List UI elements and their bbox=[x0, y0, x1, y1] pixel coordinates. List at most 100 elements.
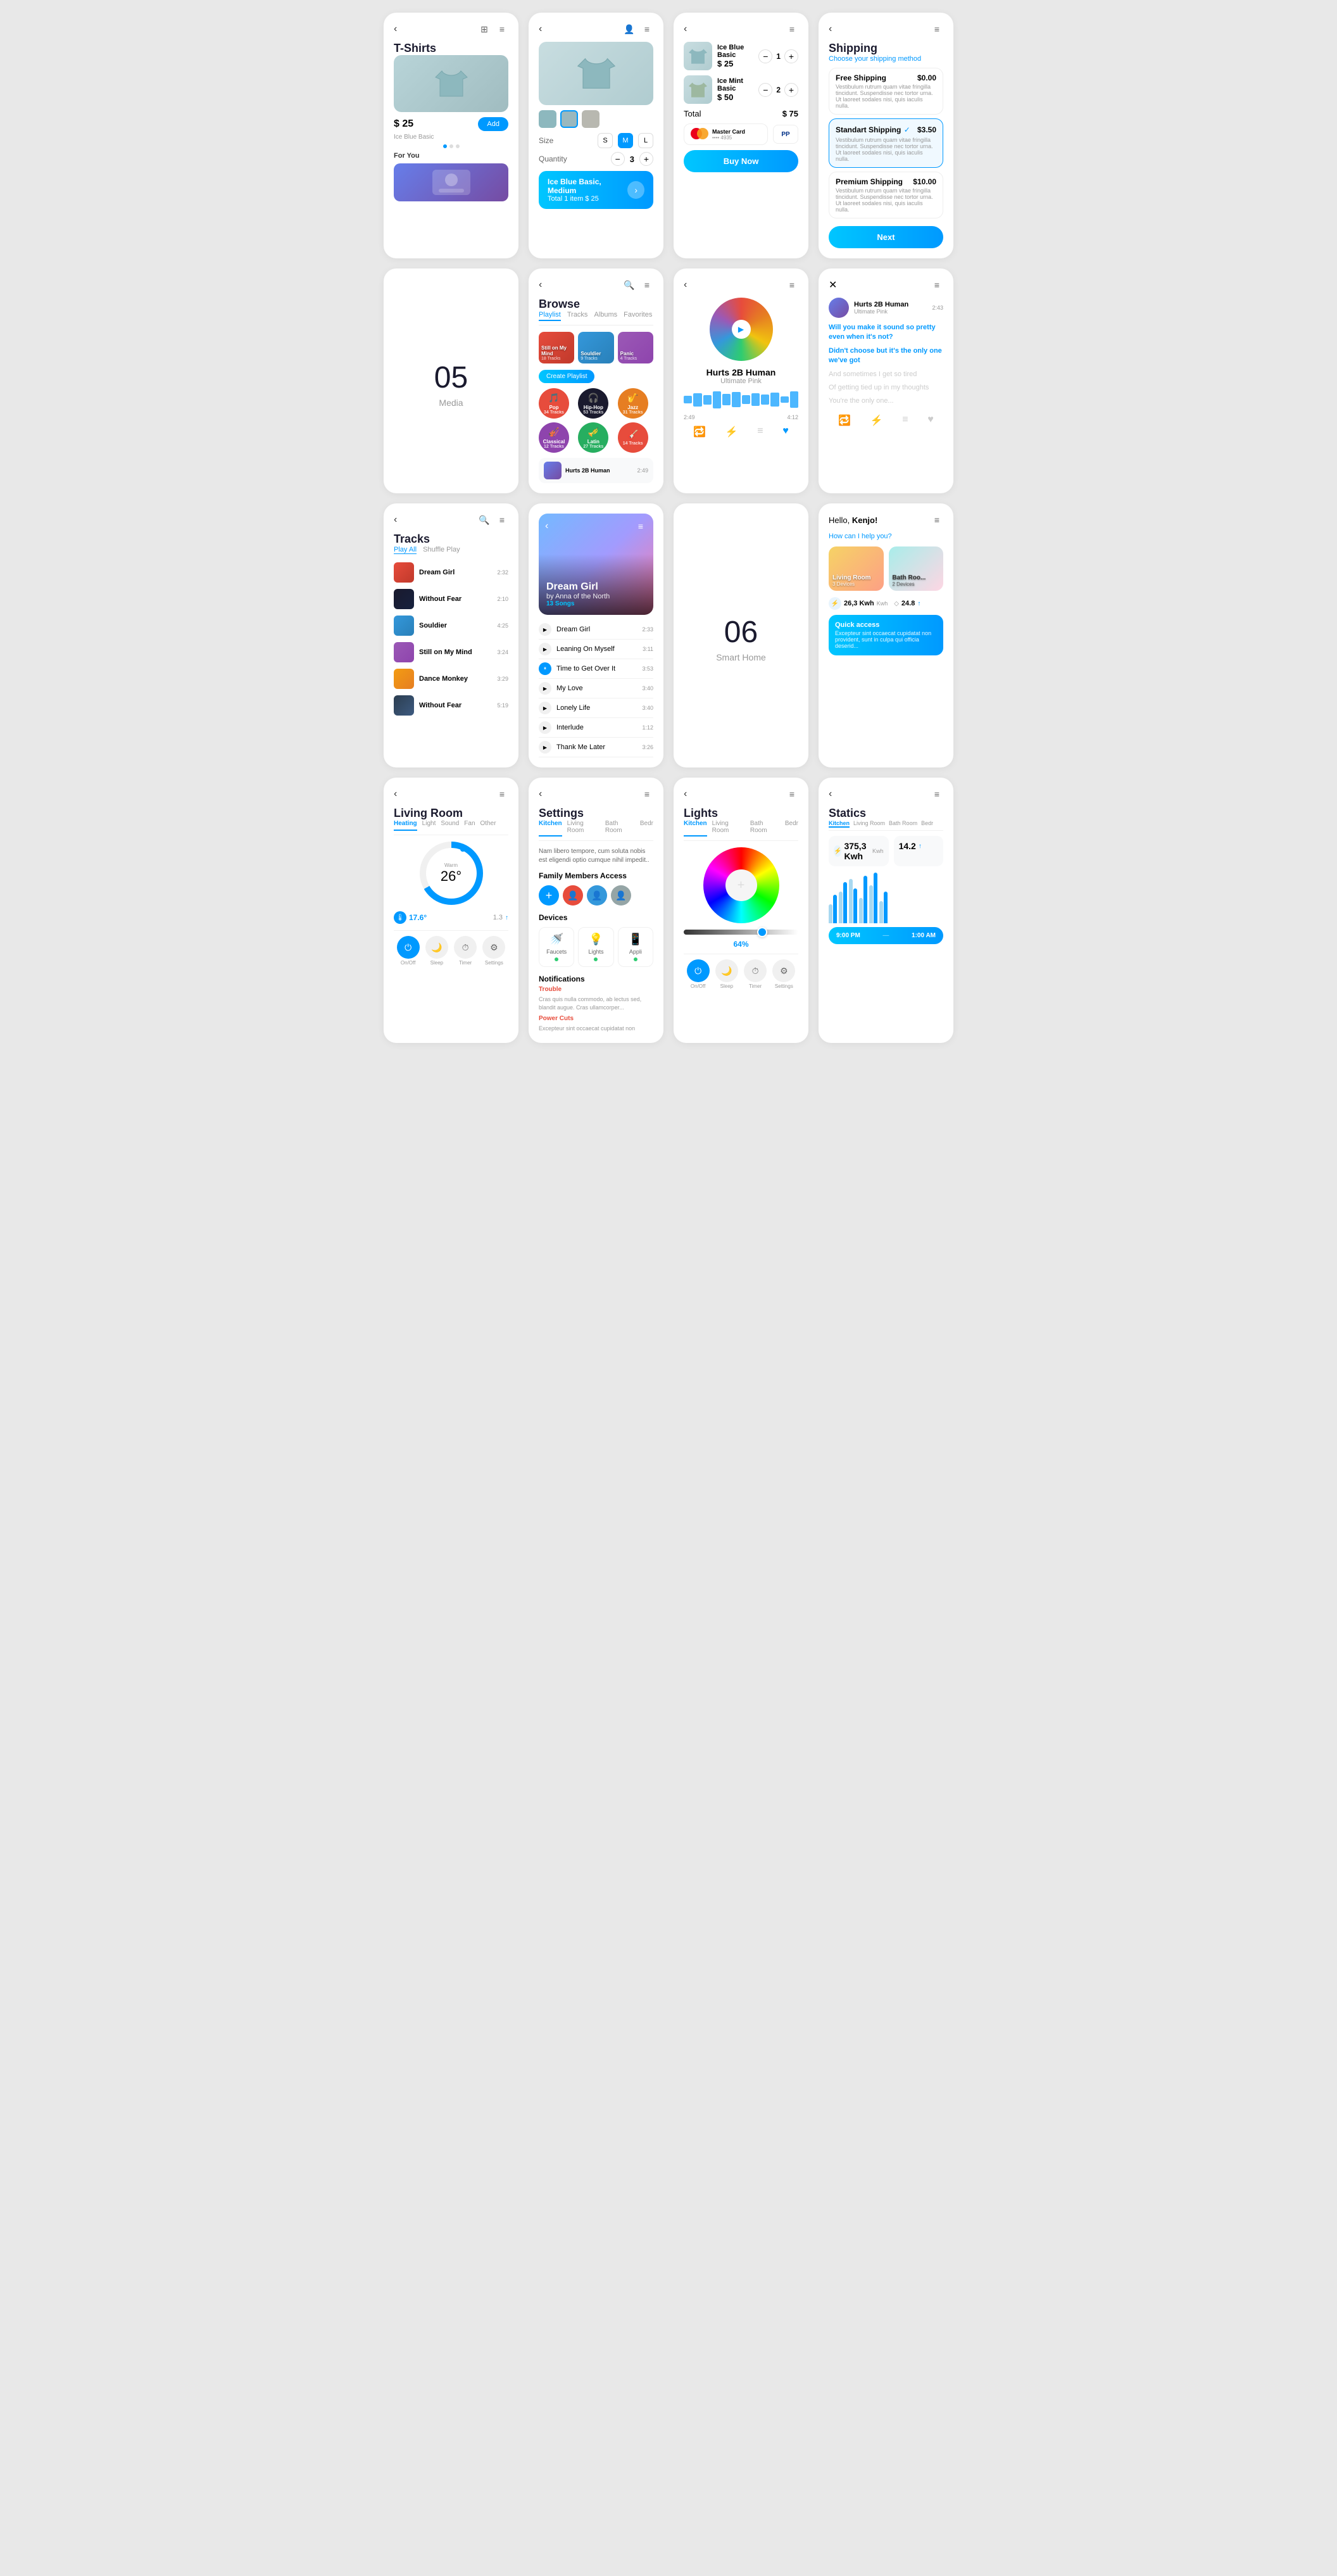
list-button[interactable]: ≡ bbox=[902, 414, 908, 427]
ctrl-settings[interactable]: ⚙ Settings bbox=[482, 936, 505, 966]
device-faucets[interactable]: 🚿 Faucets bbox=[539, 927, 574, 967]
tab-playlist[interactable]: Playlist bbox=[539, 311, 561, 321]
menu-icon[interactable]: ≡ bbox=[496, 788, 508, 800]
tab-other[interactable]: Other bbox=[480, 820, 496, 831]
calendar-icon[interactable]: ⊞ bbox=[478, 23, 491, 35]
ctrl-timer[interactable]: ⏱ Timer bbox=[744, 959, 767, 989]
ctrl-onoff[interactable]: ⏻ On/Off bbox=[687, 959, 710, 989]
play-button[interactable]: ▶ bbox=[539, 623, 551, 636]
ctrl-timer[interactable]: ⏱ Timer bbox=[454, 936, 477, 966]
heart-button[interactable]: ♥ bbox=[927, 414, 934, 427]
track-item[interactable]: Dream Girl 2:32 bbox=[394, 559, 508, 586]
buy-now-button[interactable]: Buy Now bbox=[684, 150, 798, 172]
playlist-souldier[interactable]: Souldier 9 Tracks bbox=[578, 332, 613, 363]
bath-room-card[interactable]: Bath Roo... 2 Devices bbox=[889, 546, 944, 591]
ctrl-settings[interactable]: ⚙ Settings bbox=[772, 959, 795, 989]
genre-hiphop[interactable]: 🎧 Hip-Hop 53 Tracks bbox=[578, 388, 608, 419]
menu-icon[interactable]: ≡ bbox=[641, 788, 653, 800]
swatch-blue[interactable] bbox=[539, 110, 556, 128]
tab-bedr[interactable]: Bedr bbox=[640, 820, 653, 837]
back-button[interactable]: ‹ bbox=[829, 23, 832, 35]
add-member-button[interactable]: + bbox=[539, 885, 559, 906]
back-button[interactable]: ‹ bbox=[394, 514, 397, 526]
color-wheel[interactable]: + bbox=[703, 847, 779, 923]
dot-3[interactable] bbox=[456, 144, 460, 148]
brightness-thumb[interactable] bbox=[757, 927, 767, 937]
close-button[interactable]: ✕ bbox=[829, 279, 837, 291]
increase-2[interactable]: + bbox=[784, 83, 798, 97]
avatar-1[interactable]: 👤 bbox=[563, 885, 583, 906]
size-l[interactable]: L bbox=[638, 133, 653, 148]
tab-albums[interactable]: Albums bbox=[594, 311, 617, 321]
song-item[interactable]: ▶ Leaning On Myself 3:11 bbox=[539, 640, 653, 659]
shuffle-button[interactable]: ⚡ bbox=[725, 426, 738, 438]
search-icon[interactable]: 🔍 bbox=[478, 514, 491, 526]
tab-tracks[interactable]: Tracks bbox=[567, 311, 588, 321]
play-button[interactable]: ▶ bbox=[539, 702, 551, 714]
menu-icon[interactable]: ≡ bbox=[931, 514, 943, 526]
decrease-1[interactable]: − bbox=[758, 49, 772, 63]
tab-heating[interactable]: Heating bbox=[394, 820, 417, 831]
song-item[interactable]: ▶ My Love 3:40 bbox=[539, 679, 653, 698]
play-button[interactable]: ▶ bbox=[539, 643, 551, 655]
avatar-2[interactable]: 👤 bbox=[587, 885, 607, 906]
list-button[interactable]: ≡ bbox=[757, 426, 763, 438]
menu-icon[interactable]: ≡ bbox=[931, 788, 943, 800]
tab-play-all[interactable]: Play All bbox=[394, 546, 417, 554]
song-item[interactable]: ▶ Interlude 1:12 bbox=[539, 718, 653, 738]
back-button[interactable]: ‹ bbox=[539, 279, 542, 291]
create-playlist-button[interactable]: Create Playlist bbox=[539, 370, 594, 383]
tab-sound[interactable]: Sound bbox=[441, 820, 459, 831]
back-button[interactable]: ‹ bbox=[394, 23, 397, 35]
play-button[interactable]: ▶ bbox=[539, 682, 551, 695]
increase-qty[interactable]: + bbox=[639, 152, 653, 166]
tab-kitchen[interactable]: Kitchen bbox=[829, 820, 850, 828]
back-button[interactable]: ‹ bbox=[545, 521, 548, 532]
device-lights[interactable]: 💡 Lights bbox=[578, 927, 613, 967]
tab-kitchen[interactable]: Kitchen bbox=[684, 820, 707, 837]
size-s[interactable]: S bbox=[598, 133, 613, 148]
tab-bedr[interactable]: Bedr bbox=[921, 820, 933, 828]
tab-living[interactable]: Living Room bbox=[712, 820, 745, 837]
add-to-cart-button[interactable]: Add bbox=[478, 117, 508, 131]
play-button[interactable]: ▶ bbox=[539, 721, 551, 734]
next-button[interactable]: Next bbox=[829, 226, 943, 248]
ctrl-sleep[interactable]: 🌙 Sleep bbox=[425, 936, 448, 966]
back-button[interactable]: ‹ bbox=[684, 279, 687, 291]
menu-icon[interactable]: ≡ bbox=[496, 514, 508, 526]
increase-1[interactable]: + bbox=[784, 49, 798, 63]
menu-icon[interactable]: ≡ bbox=[931, 23, 943, 35]
avatar-3[interactable]: 👤 bbox=[611, 885, 631, 906]
track-item[interactable]: Still on My Mind 3:24 bbox=[394, 639, 508, 666]
dot-1[interactable] bbox=[443, 144, 447, 148]
decrease-2[interactable]: − bbox=[758, 83, 772, 97]
genre-other[interactable]: 🎸 14 Tracks bbox=[618, 422, 648, 453]
back-button[interactable]: ‹ bbox=[394, 788, 397, 800]
back-button[interactable]: ‹ bbox=[539, 23, 542, 35]
user-icon[interactable]: 👤 bbox=[623, 23, 636, 35]
back-button[interactable]: ‹ bbox=[684, 788, 687, 800]
play-button-active[interactable]: ⏸ bbox=[539, 662, 551, 675]
size-m[interactable]: M bbox=[618, 133, 633, 148]
genre-latin[interactable]: 🎺 Latin 27 Tracks bbox=[578, 422, 608, 453]
repeat-button[interactable]: 🔁 bbox=[693, 426, 706, 438]
tab-living[interactable]: Living Room bbox=[853, 820, 885, 828]
genre-jazz[interactable]: 🎷 Jazz 31 Tracks bbox=[618, 388, 648, 419]
track-item[interactable]: Dance Monkey 3:29 bbox=[394, 666, 508, 692]
add-to-cart-bar[interactable]: Ice Blue Basic, Medium Total 1 item $ 25… bbox=[539, 171, 653, 209]
playlist-panic[interactable]: Panic 4 Tracks bbox=[618, 332, 653, 363]
ctrl-onoff[interactable]: ⏻ On/Off bbox=[397, 936, 420, 966]
premium-shipping[interactable]: Premium Shipping $10.00 Vestibulum rutru… bbox=[829, 172, 943, 218]
paypal-option[interactable]: PP bbox=[773, 125, 798, 144]
menu-icon[interactable]: ≡ bbox=[641, 23, 653, 35]
song-item[interactable]: ▶ Lonely Life 3:40 bbox=[539, 698, 653, 718]
ctrl-sleep[interactable]: 🌙 Sleep bbox=[715, 959, 738, 989]
living-room-card[interactable]: Living Room 3 Devices bbox=[829, 546, 884, 591]
now-playing-bar[interactable]: Hurts 2B Human 2:49 bbox=[539, 458, 653, 483]
genre-pop[interactable]: 🎵 Pop 34 Tracks bbox=[539, 388, 569, 419]
shuffle-button[interactable]: ⚡ bbox=[870, 414, 883, 427]
decrease-qty[interactable]: − bbox=[611, 152, 625, 166]
tab-shuffle[interactable]: Shuffle Play bbox=[423, 546, 460, 554]
mastercard-option[interactable]: Master Card •••• 4935 bbox=[684, 123, 768, 145]
menu-icon[interactable]: ≡ bbox=[641, 279, 653, 291]
